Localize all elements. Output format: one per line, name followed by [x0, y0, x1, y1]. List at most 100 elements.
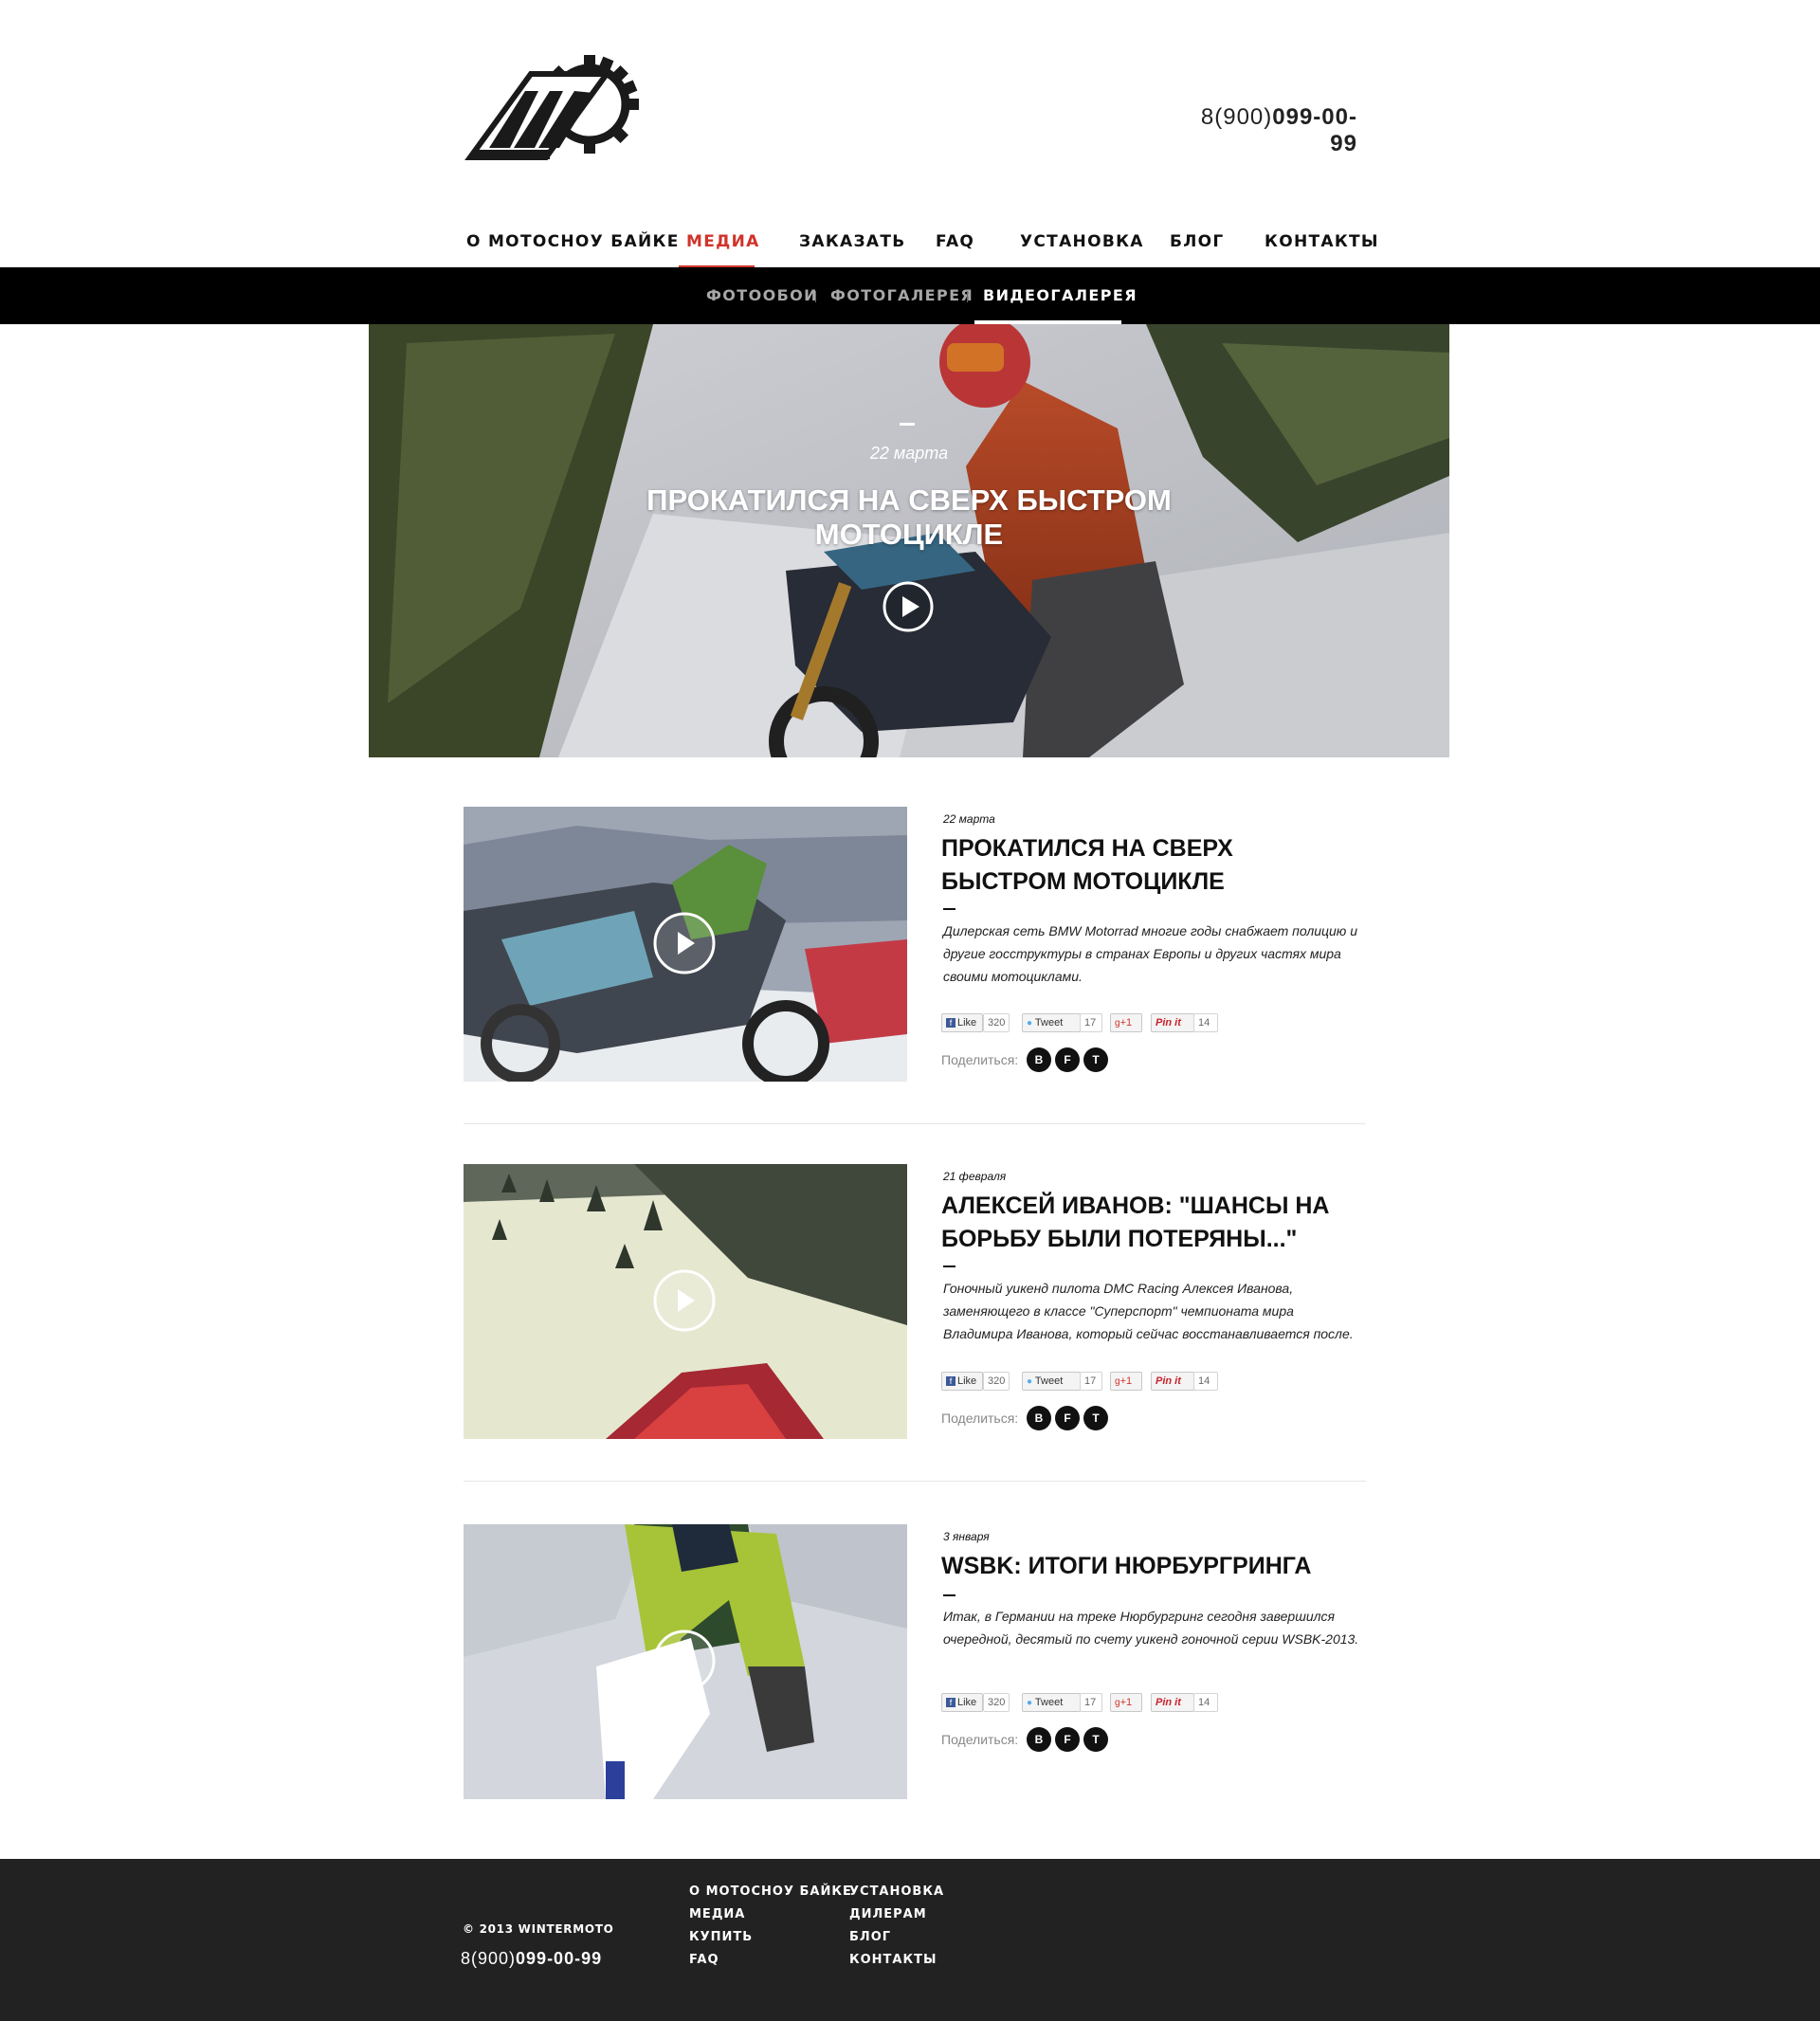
like-label: Like [957, 1017, 977, 1029]
tweet-count: 17 [1080, 1013, 1102, 1032]
pin-count: 14 [1193, 1693, 1218, 1712]
nav-item-contacts[interactable]: Контакты [1265, 224, 1379, 267]
hero-date: 22 марта [869, 444, 949, 463]
article-title[interactable]: WSBK: итоги Нюрбургринга [941, 1550, 1358, 1583]
footer-link-media[interactable]: Медиа [689, 1907, 745, 1921]
phone-number: 099-00-99 [1272, 104, 1357, 156]
main-nav: О мотосноу байке Медиа Заказать FAQ Уста… [446, 224, 1378, 269]
nav-item-installation[interactable]: Установка [1020, 224, 1144, 267]
share-twitter-button[interactable]: T [1083, 1406, 1108, 1430]
subnav-item-photogallery[interactable]: Фотогалерея [830, 267, 974, 324]
site-logo[interactable] [464, 55, 654, 161]
like-label: Like [957, 1697, 977, 1708]
pinit-button[interactable]: Pin it [1151, 1013, 1194, 1032]
subnav-separator [967, 291, 968, 302]
nav-item-about[interactable]: О мотосноу байке [466, 224, 680, 267]
share-twitter-button[interactable]: T [1083, 1727, 1108, 1752]
tweet-label: Tweet [1034, 1697, 1064, 1708]
pinit-button[interactable]: Pin it [1151, 1372, 1194, 1391]
share-b-button[interactable]: B [1027, 1727, 1051, 1752]
facebook-like-button[interactable]: f Like [941, 1013, 983, 1032]
pinit-button[interactable]: Pin it [1151, 1693, 1194, 1712]
subnav-item-wallpapers[interactable]: Фотообои [706, 267, 818, 324]
gplus-label: +1 [1119, 1375, 1133, 1387]
pin-count: 14 [1193, 1013, 1218, 1032]
nav-item-blog[interactable]: Блог [1170, 224, 1225, 267]
footer [0, 1859, 1820, 2021]
like-count: 320 [983, 1013, 1010, 1032]
share-label: Поделиться: [941, 1411, 1019, 1426]
hero-video-banner[interactable]: 22 марта Прокатился на сверх быстром мот… [369, 324, 1449, 757]
facebook-icon: f [946, 1698, 956, 1707]
subnav-item-videogallery[interactable]: Видеогалерея [983, 267, 1138, 324]
gplus-button[interactable]: g+1 [1110, 1013, 1142, 1032]
share-twitter-button[interactable]: T [1083, 1047, 1108, 1072]
like-count: 320 [983, 1372, 1010, 1391]
twitter-icon: ● [1027, 1376, 1033, 1387]
video-thumbnail[interactable] [464, 1164, 907, 1439]
article-divider [464, 1123, 1366, 1124]
subnav-separator [815, 291, 816, 302]
gplus-label: +1 [1119, 1017, 1133, 1029]
tweet-count: 17 [1080, 1372, 1102, 1391]
share-label: Поделиться: [941, 1052, 1019, 1067]
tweet-button[interactable]: ● Tweet [1022, 1013, 1081, 1032]
play-circle-icon [653, 912, 716, 974]
header-phone[interactable]: 8(900)099-00-99 [1175, 104, 1357, 157]
gplus-label: +1 [1119, 1697, 1133, 1708]
pin-count: 14 [1193, 1372, 1218, 1391]
article-dash [943, 1594, 956, 1596]
twitter-icon: ● [1027, 1698, 1033, 1708]
share-facebook-button[interactable]: F [1055, 1047, 1080, 1072]
play-circle-icon [653, 1269, 716, 1332]
hero-dash [900, 423, 915, 426]
footer-link-about[interactable]: О мотосноу байке [689, 1884, 852, 1899]
facebook-icon: f [946, 1376, 956, 1386]
like-count: 320 [983, 1693, 1010, 1712]
article-title[interactable]: Алексей Иванов: "Шансы на борьбу были по… [941, 1190, 1358, 1256]
footer-link-blog[interactable]: Блог [849, 1930, 891, 1944]
tweet-button[interactable]: ● Tweet [1022, 1693, 1081, 1712]
share-b-button[interactable]: B [1027, 1406, 1051, 1430]
facebook-like-button[interactable]: f Like [941, 1693, 983, 1712]
article-date: 21 февраля [943, 1170, 1007, 1183]
nav-item-media[interactable]: Медиа [686, 224, 760, 267]
like-label: Like [957, 1375, 977, 1387]
phone-prefix: 8(900) [1200, 104, 1273, 130]
footer-link-dealers[interactable]: Дилерам [849, 1907, 927, 1921]
sub-nav: Фотообои Фотогалерея Видеогалерея [0, 267, 1820, 324]
footer-link-installation[interactable]: Установка [849, 1884, 944, 1899]
tweet-label: Tweet [1034, 1375, 1064, 1387]
article-title[interactable]: Прокатился на сверх быстром мотоцикле [941, 832, 1358, 899]
article-date: 22 марта [943, 812, 995, 826]
share-facebook-button[interactable]: F [1055, 1727, 1080, 1752]
twitter-icon: ● [1027, 1018, 1033, 1029]
article-date: 3 января [943, 1530, 990, 1543]
footer-link-faq[interactable]: FAQ [689, 1953, 719, 1967]
footer-link-buy[interactable]: Купить [689, 1930, 753, 1944]
footer-phone-number: 099-00-99 [516, 1949, 603, 1968]
facebook-icon: f [946, 1018, 956, 1028]
facebook-like-button[interactable]: f Like [941, 1372, 983, 1391]
tweet-count: 17 [1080, 1693, 1102, 1712]
share-facebook-button[interactable]: F [1055, 1406, 1080, 1430]
article-excerpt: Дилерская сеть BMW Motorrad многие годы … [943, 923, 1358, 984]
article-divider [464, 1481, 1366, 1482]
article-dash [943, 1265, 956, 1267]
article-excerpt: Итак, в Германии на треке Нюрбургринг се… [943, 1609, 1359, 1647]
video-thumbnail[interactable] [464, 1524, 907, 1799]
nav-item-order[interactable]: Заказать [799, 224, 905, 267]
share-b-button[interactable]: B [1027, 1047, 1051, 1072]
gplus-button[interactable]: g+1 [1110, 1693, 1142, 1712]
play-circle-icon[interactable] [882, 580, 935, 633]
article-dash [943, 908, 956, 910]
hero-title: Прокатился на сверх быстром мотоцикле [646, 483, 1172, 551]
nav-item-faq[interactable]: FAQ [936, 224, 974, 267]
video-thumbnail[interactable] [464, 807, 907, 1082]
tweet-label: Tweet [1034, 1017, 1064, 1029]
logo-icon [464, 55, 639, 160]
gplus-button[interactable]: g+1 [1110, 1372, 1142, 1391]
article-excerpt: Гоночный уикенд пилота DMC Racing Алексе… [943, 1281, 1354, 1341]
footer-link-contacts[interactable]: Контакты [849, 1953, 937, 1967]
tweet-button[interactable]: ● Tweet [1022, 1372, 1081, 1391]
